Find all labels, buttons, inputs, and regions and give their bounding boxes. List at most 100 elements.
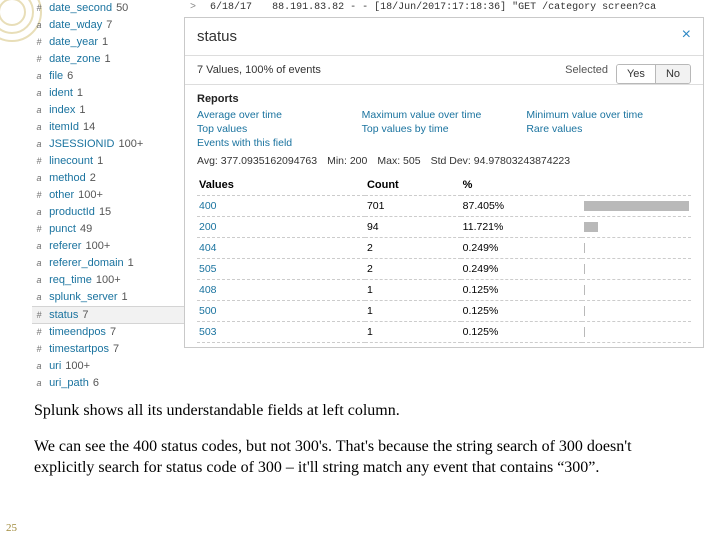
field-count: 1 (79, 104, 85, 116)
field-row-date_zone[interactable]: # date_zone1 (32, 51, 184, 68)
fields-sidebar[interactable]: # date_second50a date_wday7# date_year1#… (32, 0, 184, 392)
field-row-method[interactable]: a method2 (32, 170, 184, 187)
field-row-file[interactable]: a file6 (32, 68, 184, 85)
field-count: 1 (77, 87, 83, 99)
type-icon: # (32, 341, 46, 358)
field-count: 7 (82, 309, 88, 321)
value-row[interactable]: 50010.125% (197, 301, 691, 322)
field-row-JSESSIONID[interactable]: a JSESSIONID100+ (32, 136, 184, 153)
col-pct: % (461, 175, 583, 196)
field-row-productId[interactable]: a productId15 (32, 204, 184, 221)
field-row-index[interactable]: a index1 (32, 102, 184, 119)
type-icon: a (32, 375, 46, 392)
field-name: timestartpos (49, 343, 109, 355)
field-row-req_time[interactable]: a req_time100+ (32, 272, 184, 289)
field-count: 7 (106, 19, 112, 31)
field-row-date_year[interactable]: # date_year1 (32, 34, 184, 51)
field-count: 2 (90, 172, 96, 184)
field-row-linecount[interactable]: # linecount1 (32, 153, 184, 170)
field-row-itemId[interactable]: a itemId14 (32, 119, 184, 136)
type-icon: a (32, 255, 46, 272)
value-row[interactable]: 40070187.405% (197, 196, 691, 217)
report-link[interactable]: Maximum value over time (362, 109, 527, 121)
event-row[interactable]: > 6/18/17 88.191.83.82 - - [18/Jun/2017:… (184, 0, 704, 15)
selected-toggle[interactable]: YesNo (616, 64, 691, 84)
field-count: 100+ (65, 360, 90, 372)
value-row[interactable]: 50520.249% (197, 259, 691, 280)
field-name: uri_path (49, 377, 89, 389)
field-row-ident[interactable]: a ident1 (32, 85, 184, 102)
type-icon: # (32, 34, 46, 51)
pct: 0.249% (461, 259, 583, 280)
field-row-status[interactable]: # status7 (32, 306, 184, 324)
field-count: 1 (122, 291, 128, 303)
value: 400 (197, 196, 365, 217)
field-name: index (49, 104, 75, 116)
report-link[interactable]: Events with this field (197, 137, 691, 149)
field-row-date_second[interactable]: # date_second50 (32, 0, 184, 17)
slide-caption: Splunk shows all its understandable fiel… (34, 400, 694, 493)
value-row[interactable]: 40420.249% (197, 238, 691, 259)
bar-icon (584, 201, 689, 211)
panel-title: status (197, 28, 237, 45)
field-row-uri[interactable]: a uri100+ (32, 358, 184, 375)
value-summary: 7 Values, 100% of events (197, 64, 321, 76)
count: 94 (365, 217, 461, 238)
field-row-timestartpos[interactable]: # timestartpos7 (32, 341, 184, 358)
type-icon: a (32, 68, 46, 85)
field-row-punct[interactable]: # punct49 (32, 221, 184, 238)
type-icon: a (32, 85, 46, 102)
field-row-splunk_server[interactable]: a splunk_server 1 (32, 289, 184, 306)
field-count: 6 (93, 377, 99, 389)
field-name: timeendpos (49, 326, 106, 338)
field-row-referer_domain[interactable]: a referer_domain1 (32, 255, 184, 272)
field-row-date_wday[interactable]: a date_wday 7 (32, 17, 184, 34)
field-row-timeendpos[interactable]: # timeendpos 7 (32, 324, 184, 341)
field-count: 14 (83, 121, 95, 133)
type-icon: # (32, 324, 46, 341)
field-name: method (49, 172, 86, 184)
field-count: 100+ (118, 138, 143, 150)
value: 503 (197, 322, 365, 343)
bar-icon (584, 222, 598, 232)
report-link[interactable]: Top values by time (362, 123, 527, 135)
field-name: JSESSIONID (49, 138, 114, 150)
value-row[interactable]: 2009411.721% (197, 217, 691, 238)
close-icon[interactable]: × (682, 28, 691, 42)
count: 1 (365, 280, 461, 301)
field-count: 1 (128, 257, 134, 269)
value-row[interactable]: 50310.125% (197, 322, 691, 343)
expand-icon[interactable]: > (190, 2, 196, 13)
col-count: Count (365, 175, 461, 196)
field-name: date_wday (49, 19, 102, 31)
count: 1 (365, 301, 461, 322)
type-icon: a (32, 289, 46, 306)
field-count: 6 (67, 70, 73, 82)
bar-icon (584, 306, 585, 316)
field-name: splunk_server (49, 291, 117, 303)
field-count: 100+ (78, 189, 103, 201)
report-link[interactable]: Rare values (526, 123, 691, 135)
field-count: 1 (97, 155, 103, 167)
values-table: Values Count % 40070187.405%2009411.721%… (197, 175, 691, 343)
type-icon: a (32, 358, 46, 375)
toggle-no[interactable]: No (655, 65, 690, 83)
field-count: 1 (102, 36, 108, 48)
field-row-referer[interactable]: a referer100+ (32, 238, 184, 255)
type-icon: a (32, 238, 46, 255)
value-row[interactable]: 40810.125% (197, 280, 691, 301)
pct: 0.249% (461, 238, 583, 259)
field-count: 7 (110, 326, 116, 338)
report-link[interactable]: Average over time (197, 109, 362, 121)
field-row-uri_path[interactable]: a uri_path 6 (32, 375, 184, 392)
pct: 0.125% (461, 280, 583, 301)
field-row-other[interactable]: # other100+ (32, 187, 184, 204)
type-icon: a (32, 17, 46, 34)
toggle-yes[interactable]: Yes (617, 65, 655, 83)
report-link[interactable]: Minimum value over time (526, 109, 691, 121)
value: 408 (197, 280, 365, 301)
field-name: linecount (49, 155, 93, 167)
report-link[interactable]: Top values (197, 123, 362, 135)
col-values: Values (197, 175, 365, 196)
field-count: 15 (99, 206, 111, 218)
